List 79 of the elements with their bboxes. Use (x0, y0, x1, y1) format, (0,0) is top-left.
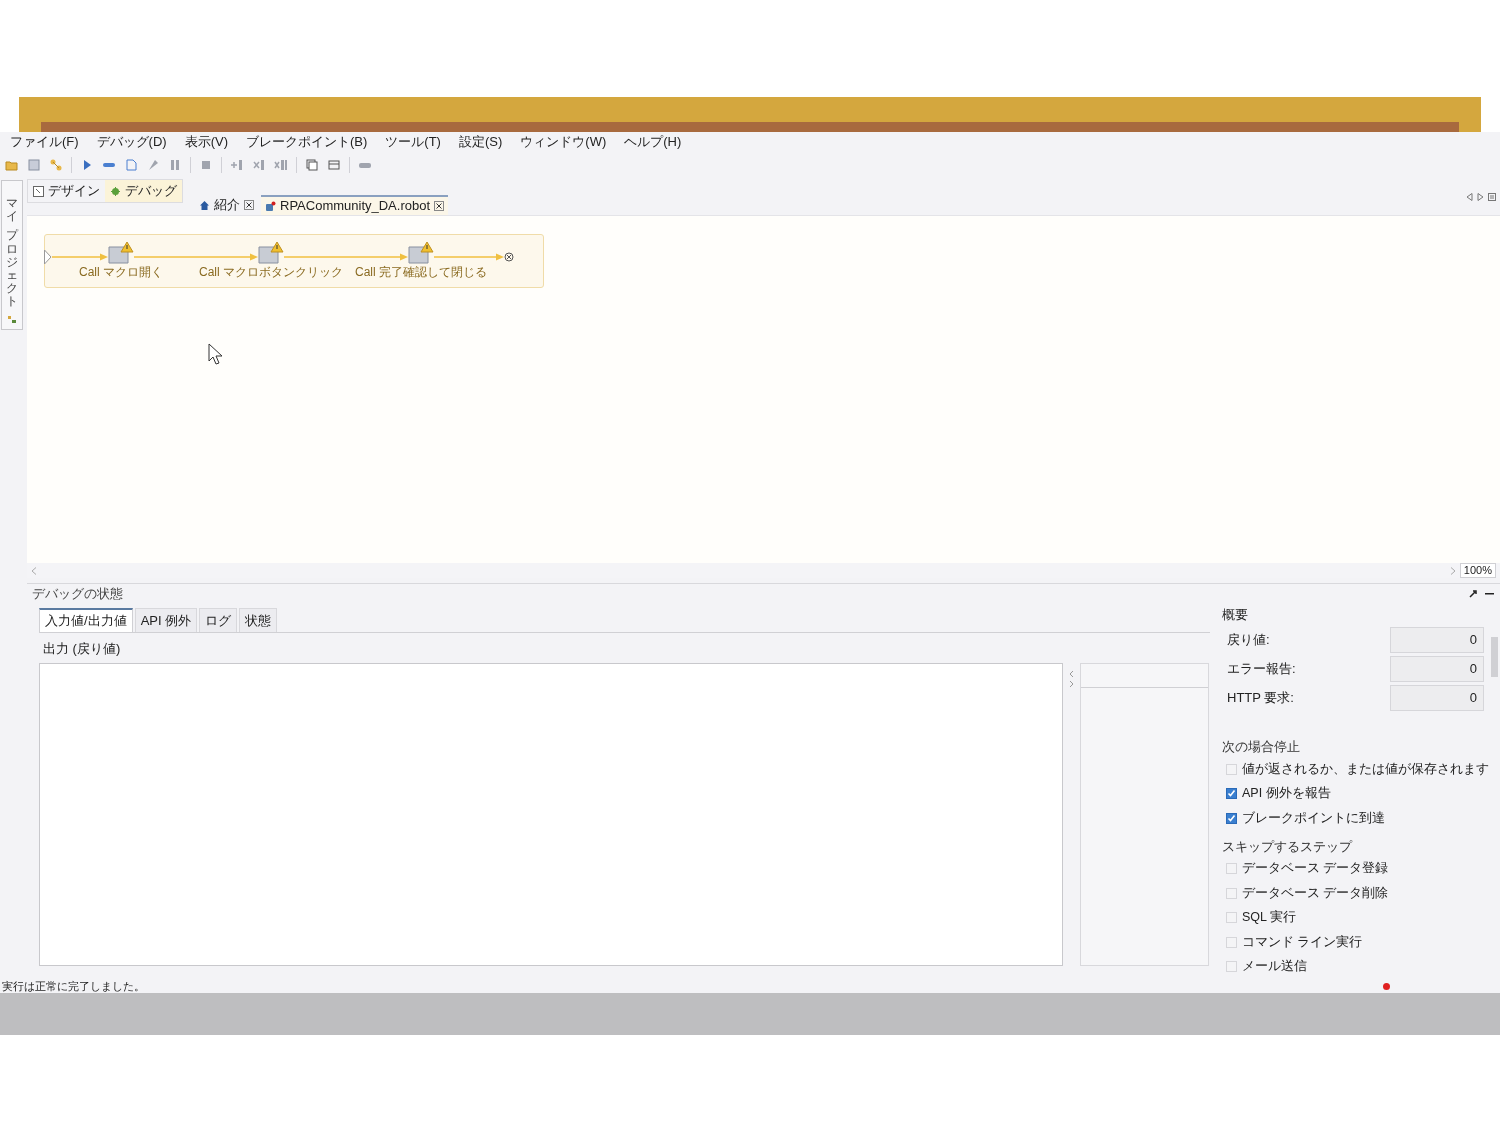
perspective-tab[interactable]: デバッグ (105, 180, 182, 202)
panel-tab[interactable]: 入力値/出力値 (39, 608, 133, 632)
side-tab-label: マイ (6, 197, 18, 224)
folder-icon[interactable] (5, 158, 19, 172)
menu-item[interactable]: デバッグ(D) (96, 132, 167, 152)
status-text: 実行は正常に完了しました。 (1, 978, 145, 994)
menu-item[interactable]: 設定(S) (458, 132, 503, 152)
option-label: ブレークポイントに到達 (1242, 809, 1385, 827)
scroll-left-icon[interactable] (1466, 192, 1473, 201)
collapse-icon[interactable] (1069, 668, 1074, 689)
panel-tab[interactable]: 状態 (239, 608, 278, 632)
editor-tab[interactable]: 紹介 (195, 195, 258, 215)
end-icon (504, 252, 514, 262)
option-label: データベース データ登録 (1242, 860, 1389, 878)
stop-icon[interactable] (199, 158, 213, 172)
step-label: Call マクロ開く (79, 265, 163, 279)
pin-icon[interactable] (1469, 590, 1477, 598)
zoom-dropdown[interactable]: 100% (1459, 563, 1496, 578)
close-icon[interactable] (244, 200, 254, 210)
call-step-icon (108, 241, 134, 265)
call-step-icon (408, 241, 434, 265)
panel-title: デバッグの状態 (32, 585, 123, 604)
checkbox[interactable] (1226, 812, 1237, 824)
menu-item[interactable]: 表示(V) (184, 132, 228, 152)
save-all-icon[interactable] (27, 158, 41, 172)
close-icon[interactable] (434, 201, 445, 211)
option-label: メール送信 (1242, 958, 1307, 976)
breakpoint-add-icon[interactable] (230, 158, 244, 172)
section-title: スキップするステップ (1222, 837, 1354, 856)
value-field: 0 (1390, 655, 1484, 682)
scroll-left-icon[interactable] (31, 566, 37, 575)
option-label: 値が返されるか、または値が保存されます (1242, 760, 1489, 778)
call-step-icon (258, 241, 284, 265)
scroll-right-icon[interactable] (1449, 566, 1456, 575)
tab-label: RPACommunity_DA.robot (280, 197, 431, 216)
option-label: API 例外を報告 (1242, 785, 1331, 803)
step-label: Call マクロボタンクリック (199, 265, 343, 279)
menu-item[interactable]: ヘルプ(H) (624, 132, 682, 152)
window-icon[interactable] (327, 158, 341, 172)
section-title: 次の場合停止 (1222, 738, 1301, 757)
bug-icon (110, 185, 121, 197)
side-tab-label: プロジェクト (6, 229, 18, 309)
option-label: データベース データ削除 (1242, 884, 1389, 902)
menu-item[interactable]: ブレークポイント(B) (246, 132, 368, 152)
editor-tab[interactable]: RPACommunity_DA.robot (261, 195, 449, 215)
menu-item[interactable]: ウィンドウ(W) (520, 132, 607, 152)
option-label: コマンド ライン実行 (1242, 933, 1363, 951)
breakpoint-remove-icon[interactable] (252, 158, 266, 172)
field-label: HTTP 要求: (1227, 688, 1294, 707)
field-label: エラー報告: (1227, 659, 1296, 678)
menu-item[interactable]: ツール(T) (385, 132, 441, 152)
pause-icon[interactable] (168, 158, 182, 172)
step-label: Call 完了確認して閉じる (355, 265, 487, 279)
nodes-icon[interactable] (49, 158, 63, 172)
scroll-right-icon[interactable] (1477, 192, 1484, 201)
value-field: 0 (1390, 626, 1484, 653)
connector-arrow (52, 253, 108, 261)
mouse-cursor-icon (208, 343, 224, 365)
copy-icon[interactable] (305, 158, 319, 172)
section-title: 概要 (1222, 606, 1249, 625)
start-icon (44, 249, 52, 265)
project-icon (7, 314, 17, 325)
connector-arrow (434, 253, 504, 261)
field-label: 戻り値: (1227, 630, 1270, 649)
value-field: 0 (1390, 684, 1484, 711)
robot-icon (265, 200, 276, 212)
design-icon (33, 185, 44, 197)
home-icon (199, 199, 210, 211)
tab-label: 紹介 (214, 196, 240, 215)
side-tab[interactable]: マイ プロジェクト (1, 180, 23, 330)
menu-item[interactable]: ファイル(F) (10, 132, 79, 152)
checkbox[interactable] (1226, 788, 1237, 800)
output-label: 出力 (戻り値) (43, 640, 122, 658)
breakpoint-clear-icon[interactable] (274, 158, 288, 172)
list-icon[interactable] (1488, 192, 1496, 201)
minimize-icon[interactable] (1485, 592, 1494, 596)
option-label: SQL 実行 (1242, 909, 1297, 927)
panel-tab[interactable]: ログ (199, 608, 238, 632)
panel-tab[interactable]: API 例外 (134, 608, 198, 632)
